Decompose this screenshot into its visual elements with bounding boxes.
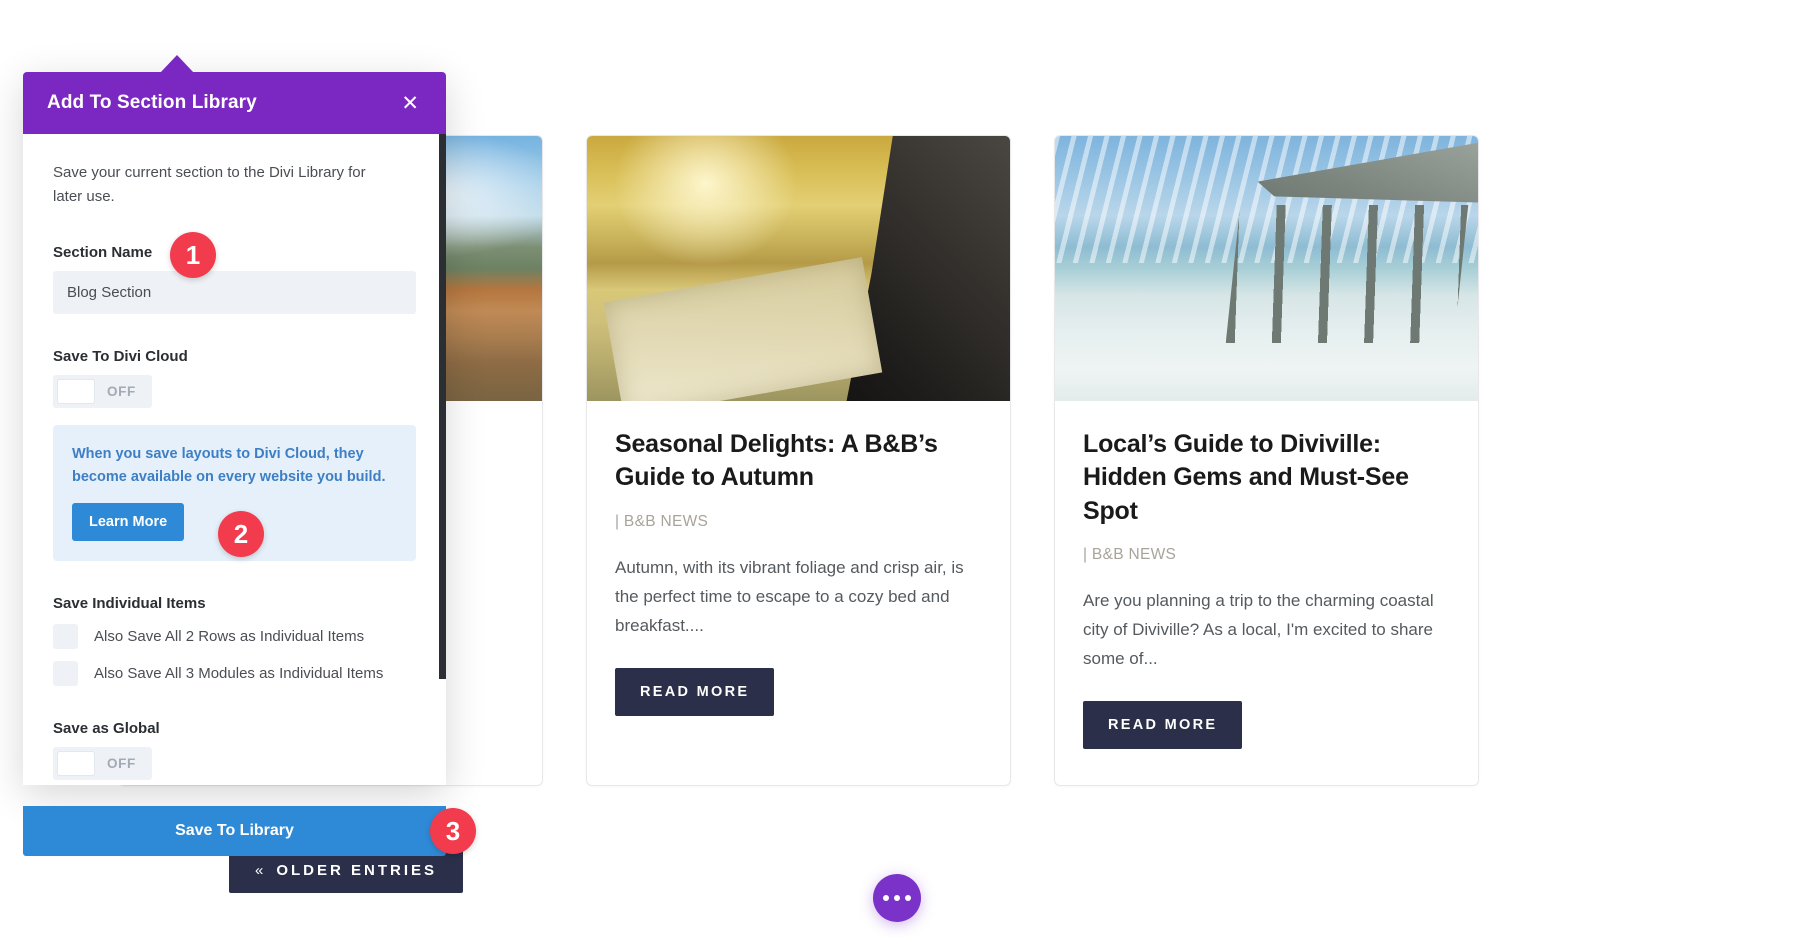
- autumn-painter-photo: [587, 136, 1010, 401]
- save-to-divi-cloud-toggle[interactable]: OFF: [53, 374, 152, 408]
- fab-dot: [905, 895, 911, 901]
- blog-card-excerpt: Autumn, with its vibrant foliage and cri…: [615, 557, 964, 635]
- save-all-rows-checkbox-row[interactable]: Also Save All 2 Rows as Individual Items: [53, 623, 416, 649]
- modal-title: Add To Section Library: [47, 92, 257, 113]
- checkbox-icon[interactable]: [53, 660, 78, 686]
- blog-card-meta: | B&B NEWS: [615, 512, 709, 530]
- blog-card-meta: | B&B NEWS: [1083, 545, 1177, 563]
- blog-card[interactable]: Seasonal Delights: A B&B’s Guide to Autu…: [586, 135, 1011, 787]
- save-as-global-toggle[interactable]: OFF: [53, 746, 152, 780]
- ocean-pier-photo: [1055, 136, 1478, 401]
- learn-more-button[interactable]: Learn More: [72, 502, 185, 541]
- modal-description: Save your current section to the Divi Li…: [53, 164, 366, 206]
- save-as-global-label: Save as Global: [53, 719, 160, 737]
- fab-dot: [894, 895, 900, 901]
- ellipsis-icon[interactable]: [873, 874, 921, 922]
- read-more-button[interactable]: READ MORE: [615, 668, 775, 717]
- step-badge-1: 1: [170, 232, 216, 278]
- modal-scrollbar-thumb[interactable]: [439, 134, 446, 679]
- blog-card-excerpt: Are you planning a trip to the charming …: [1083, 590, 1434, 669]
- save-all-rows-label: Also Save All 2 Rows as Individual Items: [94, 627, 365, 645]
- checkbox-icon[interactable]: [53, 623, 78, 649]
- save-all-modules-checkbox-row[interactable]: Also Save All 3 Modules as Individual It…: [53, 660, 416, 686]
- save-all-modules-label: Also Save All 3 Modules as Individual It…: [94, 664, 384, 682]
- toggle-state-label: OFF: [107, 383, 136, 399]
- toggle-knob: [57, 750, 95, 776]
- double-chevron-left-icon: «: [255, 862, 267, 879]
- section-name-label: Section Name: [53, 243, 153, 261]
- modal-header: Add To Section Library ✕: [23, 72, 446, 134]
- blog-card[interactable]: Local’s Guide to Diviville: Hidden Gems …: [1054, 135, 1479, 787]
- divi-cloud-info-text: When you save layouts to Divi Cloud, the…: [72, 445, 386, 485]
- step-badge-3: 3: [430, 808, 476, 854]
- fab-dot: [883, 895, 889, 901]
- save-individual-items-label: Save Individual Items: [53, 594, 206, 612]
- read-more-button[interactable]: READ MORE: [1083, 701, 1243, 750]
- blog-card-title: Local’s Guide to Diviville: Hidden Gems …: [1083, 430, 1409, 525]
- blog-card-title: Seasonal Delights: A B&B’s Guide to Autu…: [615, 430, 938, 492]
- section-name-input[interactable]: [53, 270, 416, 314]
- modal-pointer-arrow: [160, 55, 194, 73]
- close-icon[interactable]: ✕: [401, 93, 419, 114]
- modal-body: Save your current section to the Divi Li…: [23, 134, 446, 785]
- save-to-divi-cloud-label: Save To Divi Cloud: [53, 347, 188, 365]
- save-to-library-button[interactable]: Save To Library: [23, 806, 446, 856]
- page-root: way: The Perfect mantic escape? A bed e …: [0, 0, 1800, 937]
- modal-scrollbar[interactable]: [439, 134, 446, 785]
- older-entries-label: OLDER ENTRIES: [276, 862, 438, 879]
- blog-card-body: Local’s Guide to Diviville: Hidden Gems …: [1055, 401, 1478, 785]
- toggle-knob: [57, 378, 95, 404]
- add-to-section-library-modal: Add To Section Library ✕ Save your curre…: [23, 55, 446, 785]
- blog-card-body: Seasonal Delights: A B&B’s Guide to Autu…: [587, 401, 1010, 752]
- toggle-state-label: OFF: [107, 755, 136, 771]
- step-badge-2: 2: [218, 511, 264, 557]
